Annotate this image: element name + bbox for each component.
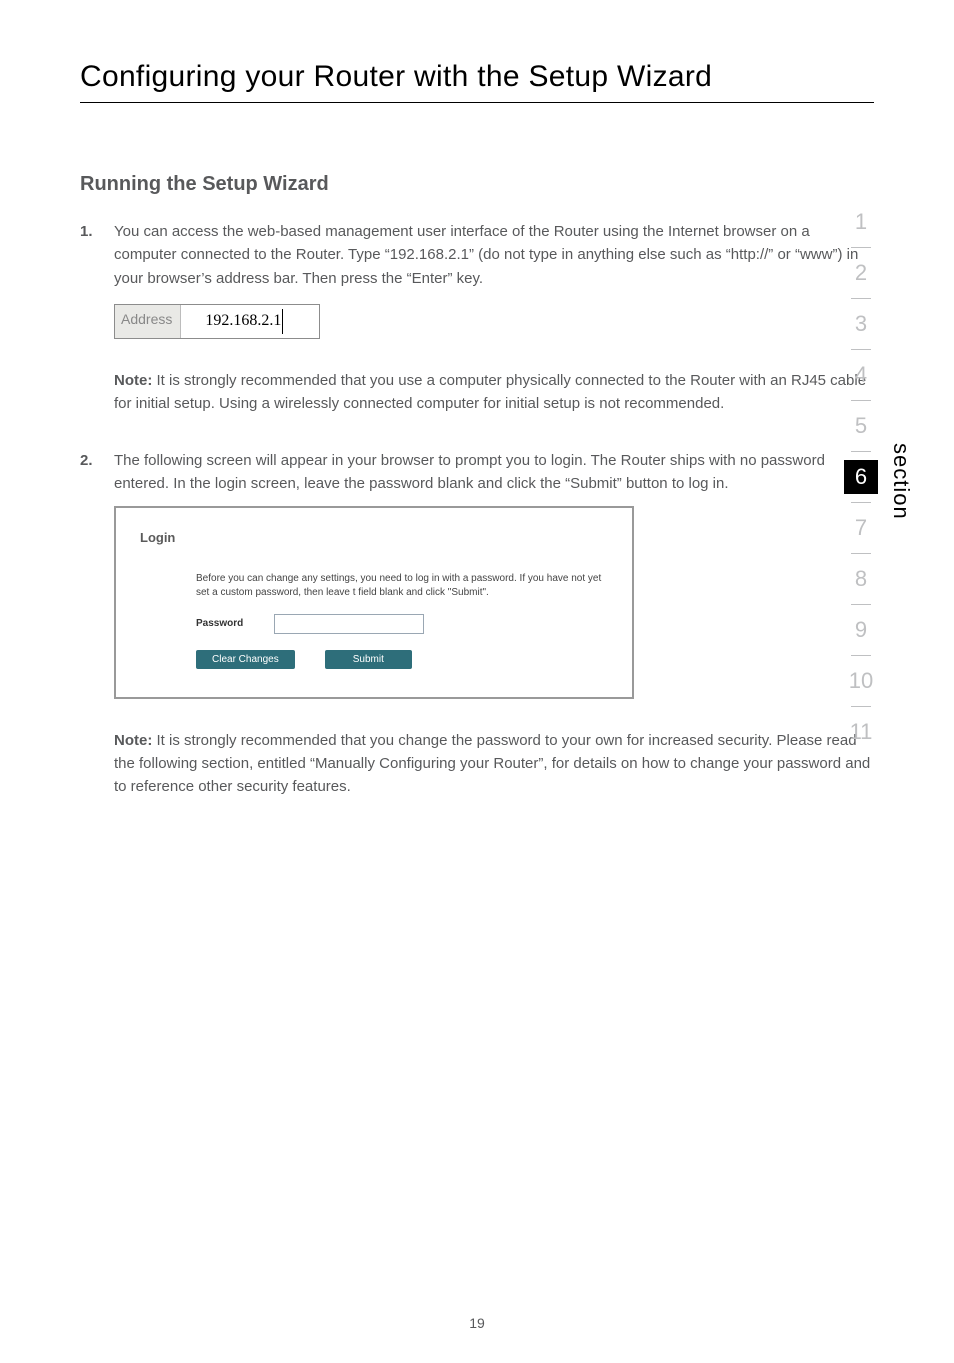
section-nav: 1 2 3 4 5 6 7 8 9 10 11 section: [844, 205, 914, 749]
step-1-number: 1.: [80, 220, 114, 429]
section-nav-separator: [851, 604, 871, 605]
section-nav-separator: [851, 502, 871, 503]
title-underline: [80, 102, 874, 103]
section-nav-item-2[interactable]: 2: [844, 256, 878, 290]
submit-button[interactable]: Submit: [325, 650, 412, 669]
section-nav-item-8[interactable]: 8: [844, 562, 878, 596]
section-nav-item-7[interactable]: 7: [844, 511, 878, 545]
section-label: section: [888, 443, 914, 520]
section-nav-separator: [851, 349, 871, 350]
section-nav-separator: [851, 655, 871, 656]
password-label: Password: [196, 616, 256, 632]
login-box-title: Login: [140, 528, 612, 548]
section-nav-item-9[interactable]: 9: [844, 613, 878, 647]
password-input[interactable]: [274, 614, 424, 634]
note-text: It is strongly recommended that you chan…: [114, 732, 870, 796]
section-nav-separator: [851, 247, 871, 248]
page-number: 19: [0, 1315, 954, 1331]
section-nav-separator: [851, 298, 871, 299]
section-nav-item-5[interactable]: 5: [844, 409, 878, 443]
address-bar: Address 192.168.2.1: [114, 304, 320, 339]
clear-changes-button[interactable]: Clear Changes: [196, 650, 295, 669]
section-nav-separator: [851, 400, 871, 401]
section-nav-item-10[interactable]: 10: [844, 664, 878, 698]
note-label: Note:: [114, 372, 152, 389]
address-bar-value[interactable]: 192.168.2.1: [181, 305, 319, 338]
section-nav-item-6[interactable]: 6: [844, 460, 878, 494]
login-box-text: Before you can change any settings, you …: [196, 572, 612, 600]
section-nav-item-11[interactable]: 11: [844, 715, 878, 749]
section-nav-item-3[interactable]: 3: [844, 307, 878, 341]
section-nav-separator: [851, 451, 871, 452]
address-bar-label: Address: [115, 305, 181, 338]
page-subtitle: Running the Setup Wizard: [80, 173, 874, 196]
note-text: It is strongly recommended that you use …: [114, 372, 866, 412]
step-2: 2. The following screen will appear in y…: [80, 449, 874, 812]
note-label: Note:: [114, 732, 152, 749]
step-2-note: Note: It is strongly recommended that yo…: [114, 729, 874, 799]
step-1-note: Note: It is strongly recommended that yo…: [114, 369, 874, 416]
step-2-text: The following screen will appear in your…: [114, 449, 874, 496]
page-title: Configuring your Router with the Setup W…: [80, 60, 874, 94]
section-nav-separator: [851, 706, 871, 707]
section-nav-item-1[interactable]: 1: [844, 205, 878, 239]
step-2-number: 2.: [80, 449, 114, 812]
step-1: 1. You can access the web-based manageme…: [80, 220, 874, 429]
login-box: Login Before you can change any settings…: [114, 506, 634, 699]
step-1-text: You can access the web-based management …: [114, 220, 874, 290]
section-nav-item-4[interactable]: 4: [844, 358, 878, 392]
section-nav-separator: [851, 553, 871, 554]
